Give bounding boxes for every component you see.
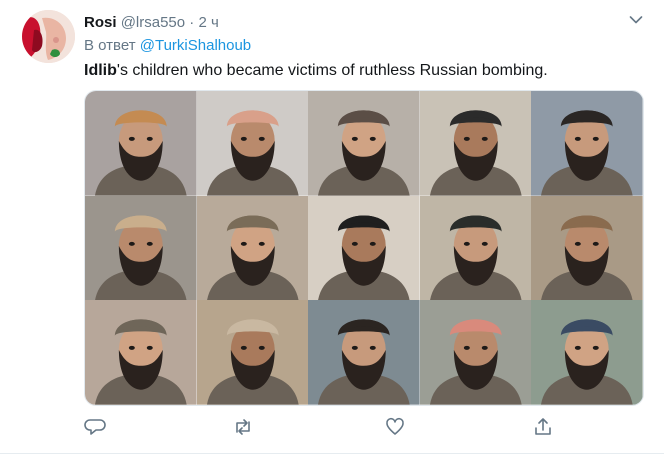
collage-photo[interactable]: [308, 195, 420, 301]
reply-icon[interactable]: [84, 416, 106, 438]
collage-photo[interactable]: [85, 300, 197, 405]
chevron-down-icon[interactable]: [628, 12, 644, 28]
text-highlight: Idlib: [84, 62, 117, 79]
collage-photo[interactable]: [308, 91, 420, 196]
collage-photo[interactable]: [196, 195, 309, 301]
collage-photo[interactable]: [419, 300, 532, 405]
collage-photo[interactable]: [196, 300, 309, 405]
tweet-header: Rosi @lrsa55o · 2 ч: [84, 14, 219, 32]
author-name[interactable]: Rosi: [84, 14, 117, 31]
collage-photo[interactable]: [85, 91, 197, 196]
tweet[interactable]: Rosi @lrsa55o · 2 ч В ответ @TurkiShalho…: [0, 0, 664, 454]
separator-dot: ·: [189, 14, 195, 31]
collage-photo[interactable]: [196, 91, 309, 196]
tweet-text: Idlib's children who became victims of r…: [84, 61, 548, 81]
timestamp[interactable]: 2 ч: [198, 14, 218, 31]
text-body: 's children who became victims of ruthle…: [116, 62, 548, 79]
avatar[interactable]: [22, 10, 75, 63]
heart-icon[interactable]: [384, 416, 406, 438]
collage-photo[interactable]: [308, 300, 420, 405]
reply-context: В ответ @TurkiShalhoub: [84, 37, 251, 54]
collage-photo[interactable]: [85, 195, 197, 301]
collage-photo[interactable]: [531, 300, 643, 405]
author-handle[interactable]: @lrsa55o: [121, 14, 185, 31]
collage-photo[interactable]: [531, 195, 643, 301]
action-bar: [84, 416, 554, 440]
photo-collage[interactable]: [84, 90, 644, 406]
collage-photo[interactable]: [419, 91, 532, 196]
reply-prefix: В ответ: [84, 37, 136, 54]
collage-photo[interactable]: [419, 195, 532, 301]
collage-photo[interactable]: [531, 91, 643, 196]
reply-mention-link[interactable]: @TurkiShalhoub: [140, 37, 251, 54]
share-icon[interactable]: [532, 416, 554, 438]
retweet-icon[interactable]: [232, 416, 254, 438]
